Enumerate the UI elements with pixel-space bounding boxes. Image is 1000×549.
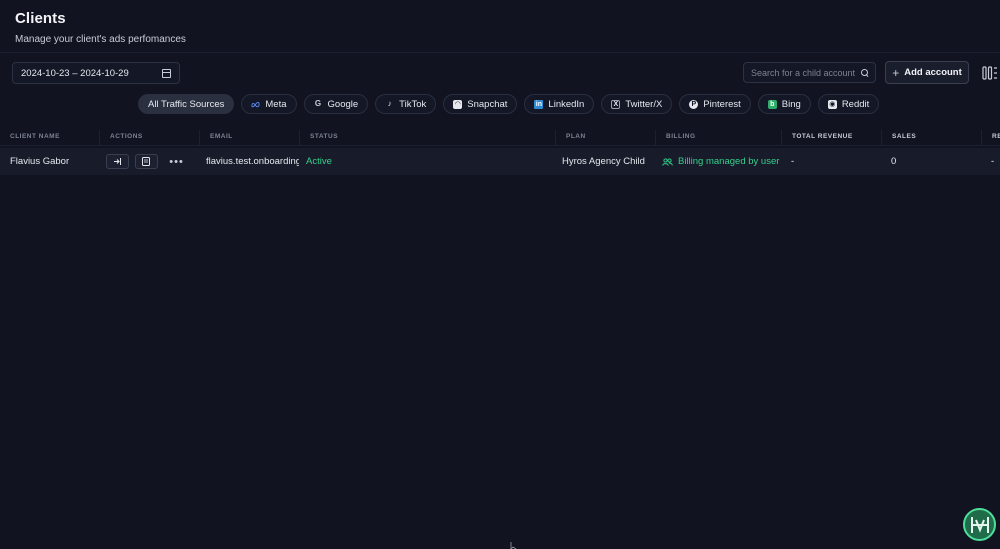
filter-label: Twitter/X [625, 98, 663, 110]
status-badge: Active [306, 156, 332, 167]
plan-cell: Hyros Agency Child [562, 156, 645, 167]
plus-icon: + [892, 65, 900, 80]
add-account-button[interactable]: + Add account [885, 61, 969, 84]
meta-icon [251, 101, 260, 107]
filter-label: Google [327, 98, 359, 110]
filter-pinterest[interactable]: P Pinterest [679, 94, 751, 114]
hyros-assistant-button[interactable] [963, 508, 996, 541]
billing-text: Billing managed by user [678, 156, 780, 167]
filter-bing[interactable]: b Bing [757, 94, 811, 114]
mouse-cursor-icon [510, 542, 517, 549]
filter-linkedin[interactable]: in LinkedIn [524, 94, 595, 114]
filter-snapchat[interactable]: ◠ Snapchat [443, 94, 518, 114]
search-box[interactable] [743, 62, 876, 83]
column-header-client-name[interactable]: Client Name [0, 130, 99, 145]
column-header-status[interactable]: Status [299, 130, 555, 145]
column-header-billing[interactable]: Billing [655, 130, 781, 145]
filter-label: Meta [265, 98, 287, 110]
column-header-actions: Actions [99, 130, 199, 145]
traffic-source-filters: All Traffic Sources Meta G Google ♪ TikT… [138, 94, 880, 114]
filter-google[interactable]: G Google [303, 94, 369, 114]
tiktok-icon: ♪ [387, 99, 392, 108]
date-range-text: 2024-10-23 – 2024-10-29 [21, 67, 129, 79]
page-subtitle: Manage your client's ads perfomances [15, 34, 186, 45]
linkedin-icon: in [534, 99, 544, 109]
filter-twitter-x[interactable]: X Twitter/X [601, 94, 673, 114]
users-icon [662, 157, 673, 166]
filter-label: Reddit [841, 98, 870, 110]
column-header-plan[interactable]: Plan [555, 130, 655, 145]
filter-label: Bing [781, 98, 801, 110]
email-cell: flavius.test.onboarding [206, 156, 299, 167]
table-row[interactable]: Flavius Gabor ••• flavius.test.onboardin… [0, 148, 1000, 175]
column-header-email[interactable]: Email [199, 130, 299, 145]
document-icon [142, 157, 151, 166]
column-header-sales[interactable]: Sales [881, 130, 981, 145]
sales-cell: 0 [891, 156, 897, 167]
header-divider [0, 52, 1000, 53]
table-header: Client Name Actions Email Status Plan Bi… [0, 130, 1000, 146]
client-name-cell[interactable]: Flavius Gabor [0, 156, 99, 167]
reddit-icon: ◉ [827, 99, 837, 109]
billing-cell: Billing managed by user [655, 156, 781, 167]
actions-cell: ••• [99, 154, 199, 169]
hyros-logo-icon [970, 516, 989, 533]
filter-meta[interactable]: Meta [241, 94, 297, 114]
search-icon[interactable] [861, 68, 869, 77]
search-input[interactable] [751, 67, 861, 78]
filter-tiktok[interactable]: ♪ TikTok [375, 94, 437, 114]
bing-icon: b [767, 99, 777, 109]
view-details-button[interactable] [134, 154, 158, 169]
filter-label: All Traffic Sources [148, 98, 225, 110]
re-cell: - [991, 156, 995, 167]
page-title: Clients [15, 10, 66, 27]
twitter-x-icon: X [611, 99, 621, 109]
filter-label: Pinterest [703, 98, 741, 110]
column-settings-icon[interactable] [982, 66, 998, 80]
login-icon [114, 158, 121, 165]
filter-label: Snapchat [467, 98, 508, 110]
pinterest-icon: P [689, 99, 699, 109]
filter-all-traffic-sources[interactable]: All Traffic Sources [138, 94, 235, 114]
clients-table: Client Name Actions Email Status Plan Bi… [0, 130, 1000, 175]
filter-label: TikTok [399, 98, 427, 110]
more-options-icon[interactable]: ••• [169, 156, 184, 168]
snapchat-icon: ◠ [453, 99, 463, 109]
column-header-re[interactable]: Re [981, 130, 1000, 145]
google-icon: G [314, 99, 322, 108]
page-header: Clients Manage your client's ads perfoma… [15, 10, 186, 45]
total-revenue-cell: - [791, 156, 795, 167]
add-account-label: Add account [904, 67, 962, 78]
login-as-client-button[interactable] [106, 154, 129, 169]
filter-reddit[interactable]: ◉ Reddit [817, 94, 880, 114]
column-header-total-revenue[interactable]: Total Revenue [781, 130, 881, 145]
date-range-picker[interactable]: 2024-10-23 – 2024-10-29 [12, 62, 180, 84]
filter-label: LinkedIn [548, 98, 585, 110]
calendar-icon [162, 68, 171, 78]
